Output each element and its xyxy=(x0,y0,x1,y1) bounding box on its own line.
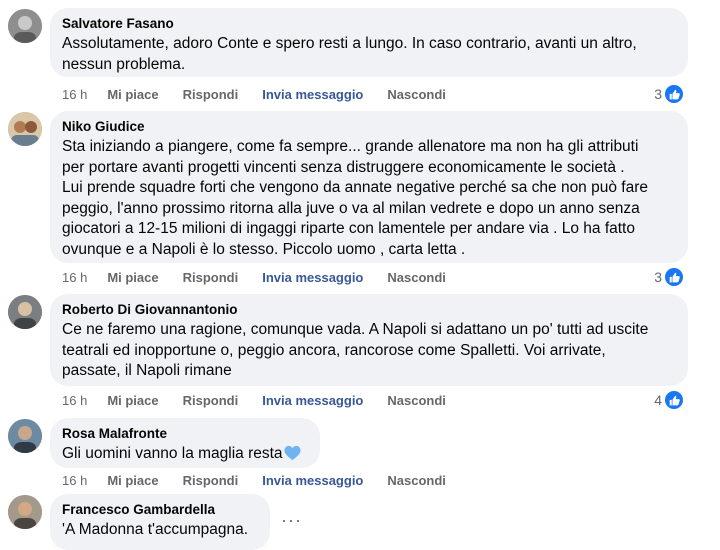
send-message-button[interactable]: Invia messaggio xyxy=(262,87,363,102)
hide-button[interactable]: Nascondi xyxy=(387,87,446,102)
avatar[interactable] xyxy=(8,419,42,453)
comment-text-content: Gli uomini vanno la maglia resta xyxy=(62,445,283,462)
avatar[interactable] xyxy=(8,112,42,146)
comment-actions: 16 h Mi piace Rispondi Invia messaggio N… xyxy=(62,267,470,287)
comment-author[interactable]: Niko Giudice xyxy=(62,118,676,135)
reply-button[interactable]: Rispondi xyxy=(183,87,239,102)
avatar[interactable] xyxy=(8,495,42,529)
reaction-count: 3 xyxy=(654,86,662,102)
send-message-button[interactable]: Invia messaggio xyxy=(262,473,363,488)
reaction-summary[interactable]: 4 xyxy=(654,390,684,410)
like-button[interactable]: Mi piace xyxy=(107,473,158,488)
comment-author[interactable]: Francesco Gambardella xyxy=(62,501,258,518)
hide-button[interactable]: Nascondi xyxy=(387,473,446,488)
comment-time[interactable]: 16 h xyxy=(62,393,87,408)
comment-author[interactable]: Salvatore Fasano xyxy=(62,15,676,32)
comment-text: Ce ne faremo una ragione, comunque vada.… xyxy=(62,321,649,379)
comment-author[interactable]: Rosa Malafronte xyxy=(62,425,308,442)
comment-time[interactable]: 16 h xyxy=(62,473,87,488)
avatar[interactable] xyxy=(8,295,42,329)
send-message-button[interactable]: Invia messaggio xyxy=(262,270,363,285)
like-button[interactable]: Mi piace xyxy=(107,270,158,285)
comment-text: Assolutamente, adoro Conte e spero resti… xyxy=(62,35,637,73)
reply-button[interactable]: Rispondi xyxy=(183,270,239,285)
comment-time[interactable]: 16 h xyxy=(62,270,87,285)
thumbs-up-icon xyxy=(664,267,684,287)
comment-time[interactable]: 16 h xyxy=(62,87,87,102)
reaction-count: 3 xyxy=(654,269,662,285)
comment-actions: 16 h Mi piace Rispondi Invia messaggio N… xyxy=(62,390,470,410)
comment-text: 'A Madonna t'accumpagna. xyxy=(62,521,249,538)
like-button[interactable]: Mi piace xyxy=(107,87,158,102)
reply-button[interactable]: Rispondi xyxy=(183,473,239,488)
comment-actions: 16 h Mi piace Rispondi Invia messaggio N… xyxy=(62,470,470,490)
more-options-icon[interactable]: ··· xyxy=(281,510,302,531)
comment-bubble: Rosa Malafronte Gli uomini vanno la magl… xyxy=(50,418,320,468)
avatar[interactable] xyxy=(8,9,42,43)
reaction-summary[interactable]: 3 xyxy=(654,267,684,287)
send-message-button[interactable]: Invia messaggio xyxy=(262,393,363,408)
hide-button[interactable]: Nascondi xyxy=(387,393,446,408)
thumbs-up-icon xyxy=(664,84,684,104)
hide-button[interactable]: Nascondi xyxy=(387,270,446,285)
reaction-summary[interactable]: 3 xyxy=(654,84,684,104)
comment-bubble: Salvatore Fasano Assolutamente, adoro Co… xyxy=(50,8,688,77)
comment-text: Sta iniziando a piangere, come fa sempre… xyxy=(62,138,648,258)
comment-author[interactable]: Roberto Di Giovannantonio xyxy=(62,301,676,318)
comment-actions: 16 h Mi piace Rispondi Invia messaggio N… xyxy=(62,84,470,104)
comment-bubble: Francesco Gambardella 'A Madonna t'accum… xyxy=(50,494,270,550)
blue-heart-icon xyxy=(284,445,301,461)
comment-bubble: Niko Giudice Sta iniziando a piangere, c… xyxy=(50,111,688,263)
like-button[interactable]: Mi piace xyxy=(107,393,158,408)
comment-text: Gli uomini vanno la maglia resta xyxy=(62,444,308,465)
comment-bubble: Roberto Di Giovannantonio Ce ne faremo u… xyxy=(50,294,688,386)
reply-button[interactable]: Rispondi xyxy=(183,393,239,408)
thumbs-up-icon xyxy=(664,390,684,410)
reaction-count: 4 xyxy=(654,392,662,408)
